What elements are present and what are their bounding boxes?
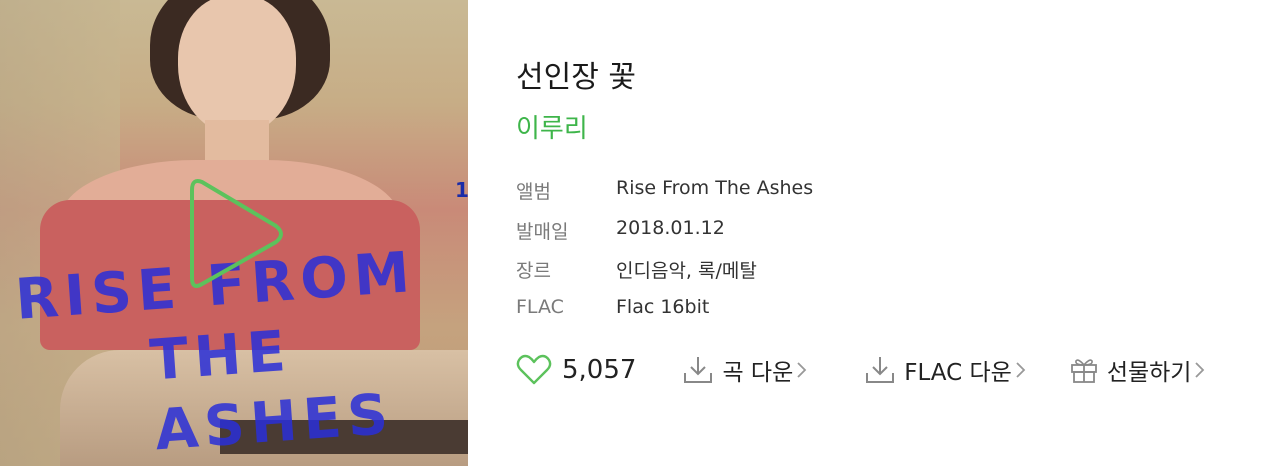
meta-value-release-date: 2018.01.12 xyxy=(616,216,725,239)
meta-row-album: 앨범 Rise From The Ashes xyxy=(516,177,813,217)
flac-download-button[interactable]: FLAC 다운 xyxy=(864,353,1027,387)
like-button[interactable]: 5,057 xyxy=(516,354,636,386)
heart-icon xyxy=(516,354,552,385)
song-title: 선인장 꽃 xyxy=(516,60,636,95)
song-info: 선인장 꽃 이루리 앨범 Rise From The Ashes 발매일 201… xyxy=(516,0,1276,466)
meta-label: 발매일 xyxy=(516,220,569,243)
meta-row-flac: FLAC Flac 16bit xyxy=(516,296,813,336)
meta-label: 앨범 xyxy=(516,181,551,203)
gift-label: 선물하기 xyxy=(1106,360,1192,386)
download-icon xyxy=(866,357,895,383)
meta-value-album[interactable]: Rise From The Ashes xyxy=(616,177,813,217)
meta-value-flac: Flac 16bit xyxy=(616,295,710,318)
song-meta: 앨범 Rise From The Ashes 발매일 2018.01.12 장르… xyxy=(516,177,813,335)
cover-face xyxy=(178,0,296,135)
download-icon xyxy=(684,357,713,383)
song-download-label: 곡 다운 xyxy=(722,360,794,386)
song-download-button[interactable]: 곡 다운 xyxy=(682,353,808,387)
artist-link[interactable]: 이루리 xyxy=(516,108,588,145)
meta-row-genre: 장르 인디음악, 록/메탈 xyxy=(516,256,813,296)
action-bar: 5,057 곡 다운 FLAC 다운 선물하기 xyxy=(516,348,1206,392)
meta-label: FLAC xyxy=(516,295,564,318)
meta-row-release-date: 발매일 2018.01.12 xyxy=(516,217,813,257)
gift-button[interactable]: 선물하기 xyxy=(1069,353,1207,387)
like-count: 5,057 xyxy=(562,355,637,385)
gift-icon xyxy=(1070,359,1097,383)
play-button[interactable] xyxy=(188,172,288,296)
meta-value-genre: 인디음악, 록/메탈 xyxy=(616,260,757,282)
play-icon xyxy=(190,179,283,288)
meta-label: 장르 xyxy=(516,260,551,282)
chevron-right-icon xyxy=(1195,362,1205,378)
cover-edge-number: 1 xyxy=(455,178,468,202)
flac-download-label: FLAC 다운 xyxy=(904,360,1012,386)
chevron-right-icon xyxy=(797,362,807,378)
chevron-right-icon xyxy=(1016,362,1026,378)
album-cover[interactable]: RISE FROM THE ASHES 1 xyxy=(0,0,468,466)
cover-text-line2: THE ASHES xyxy=(147,318,396,464)
